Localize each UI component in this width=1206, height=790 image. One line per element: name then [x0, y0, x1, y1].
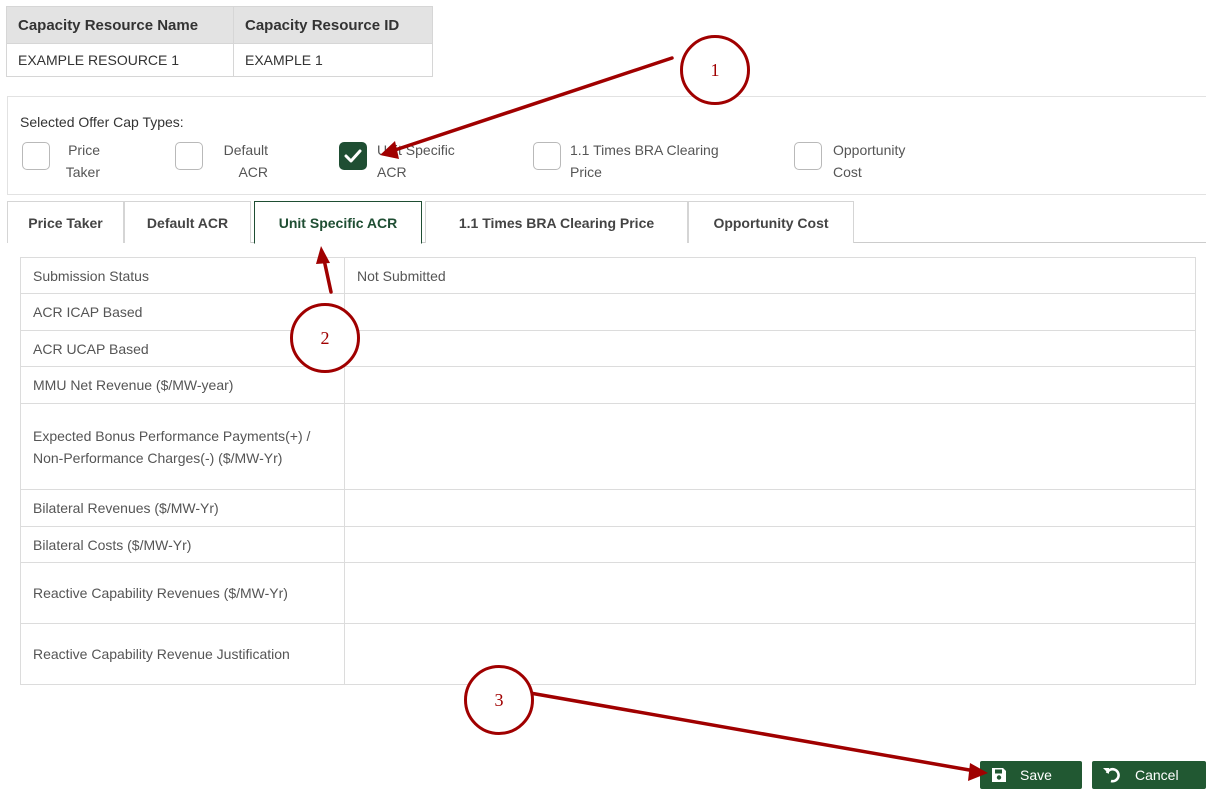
undo-icon: [1103, 767, 1120, 783]
row-value: Not Submitted: [344, 257, 1196, 294]
row-value: [344, 330, 1196, 367]
cancel-button[interactable]: Cancel: [1092, 761, 1206, 789]
row-label: Bilateral Costs ($/MW-Yr): [20, 526, 345, 563]
row-value: [344, 526, 1196, 563]
table-row: ACR UCAP Based: [20, 330, 1196, 367]
row-value: [344, 562, 1196, 624]
row-label: Submission Status: [20, 257, 345, 294]
tab-price-taker[interactable]: Price Taker: [7, 201, 124, 243]
resource-name-cell: EXAMPLE RESOURCE 1: [6, 43, 234, 77]
unit-specific-acr-label: Unit Specific ACR: [377, 142, 455, 180]
price-taker-checkbox[interactable]: [22, 142, 50, 170]
arrow-3: [528, 691, 977, 773]
table-row: ACR ICAP Based: [20, 293, 1196, 331]
checkmark-icon: [344, 149, 362, 163]
row-value: [344, 366, 1196, 404]
opportunity-cost-checkbox[interactable]: [794, 142, 822, 170]
offer-cap-tabs: Price Taker Default ACR Unit Specific AC…: [7, 199, 1206, 244]
default-acr-label: Default ACR: [223, 142, 268, 180]
tab-default-acr[interactable]: Default ACR: [124, 201, 251, 243]
tab-unit-specific-acr[interactable]: Unit Specific ACR: [254, 201, 422, 244]
table-row: Submission Status Not Submitted: [20, 257, 1196, 294]
save-icon: [992, 768, 1006, 782]
table-row: Reactive Capability Revenue Justificatio…: [20, 623, 1196, 685]
table-row: Bilateral Costs ($/MW-Yr): [20, 526, 1196, 563]
save-button[interactable]: Save: [980, 761, 1082, 789]
row-value: [344, 623, 1196, 685]
cancel-label: Cancel: [1135, 767, 1179, 783]
table-row: MMU Net Revenue ($/MW-year): [20, 366, 1196, 404]
row-label: Reactive Capability Revenues ($/MW-Yr): [20, 562, 345, 624]
table-row: Bilateral Revenues ($/MW-Yr): [20, 489, 1196, 527]
bra-clearing-price-label: 1.1 Times BRA Clearing Price: [570, 142, 719, 180]
opportunity-cost-label: Opportunity Cost: [833, 142, 906, 180]
row-label: Bilateral Revenues ($/MW-Yr): [20, 489, 345, 527]
unit-specific-acr-checkbox[interactable]: [339, 142, 367, 170]
save-label: Save: [1020, 767, 1052, 783]
default-acr-checkbox[interactable]: [175, 142, 203, 170]
resource-id-header: Capacity Resource ID: [233, 6, 433, 44]
price-taker-label: Price Taker: [65, 142, 100, 180]
row-value: [344, 489, 1196, 527]
table-row: Expected Bonus Performance Payments(+) /…: [20, 403, 1196, 490]
resource-name-header: Capacity Resource Name: [6, 6, 234, 44]
row-value: [344, 293, 1196, 331]
tab-opportunity-cost[interactable]: Opportunity Cost: [688, 201, 854, 243]
callout-3: 3: [464, 665, 534, 735]
offer-cap-panel: Selected Offer Cap Types: Price Taker Def…: [7, 96, 1206, 195]
table-row: Reactive Capability Revenues ($/MW-Yr): [20, 562, 1196, 624]
bra-clearing-price-checkbox[interactable]: [533, 142, 561, 170]
offer-cap-title: Selected Offer Cap Types:: [20, 114, 184, 130]
row-label: Expected Bonus Performance Payments(+) /…: [20, 403, 345, 490]
row-label: Reactive Capability Revenue Justificatio…: [20, 623, 345, 685]
tab-bra-clearing-price[interactable]: 1.1 Times BRA Clearing Price: [425, 201, 688, 243]
resource-table: Capacity Resource Name Capacity Resource…: [6, 6, 433, 77]
callout-1: 1: [680, 35, 750, 105]
row-label: MMU Net Revenue ($/MW-year): [20, 366, 345, 404]
resource-id-cell: EXAMPLE 1: [233, 43, 433, 77]
acr-detail-table: Submission Status Not Submitted ACR ICAP…: [20, 257, 1196, 685]
row-value: [344, 403, 1196, 490]
callout-2: 2: [290, 303, 360, 373]
